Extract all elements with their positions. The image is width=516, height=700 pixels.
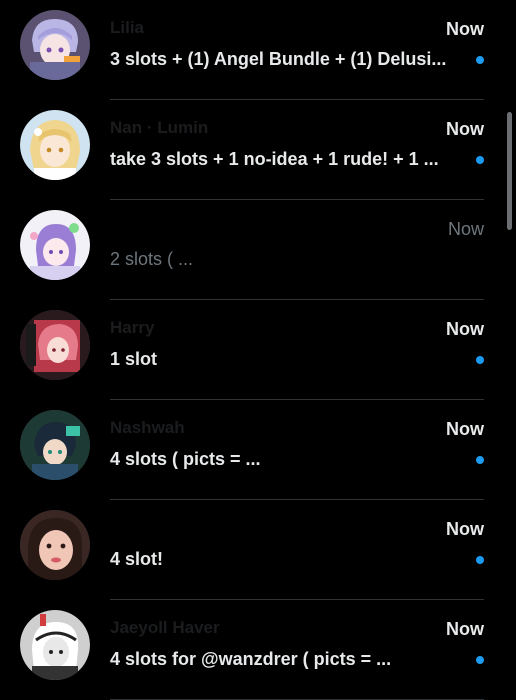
conversation-list: Lilia Now 3 slots + (1) Angel Bundle + (… [0, 0, 500, 700]
conversation-name: Harry [110, 318, 155, 337]
conversation-time: Now [446, 19, 484, 39]
unread-dot-icon [476, 56, 484, 64]
message-preview: 2 slots ( ... [110, 249, 194, 269]
avatar[interactable] [20, 210, 90, 280]
unread-dot-icon [476, 556, 484, 564]
scrollbar-thumb[interactable] [507, 112, 512, 230]
conversation-time: Now [446, 319, 484, 339]
avatar[interactable] [20, 510, 90, 580]
conversation-row[interactable]: Lilia Now 3 slots + (1) Angel Bundle + (… [0, 0, 500, 100]
conversation-row[interactable]: Now 2 slots ( ... [0, 200, 500, 300]
conversation-row[interactable]: Now 4 slot! [0, 500, 500, 600]
conversation-time: Now [446, 419, 484, 439]
conversation-row[interactable]: Nan · Lumin Now take 3 slots + 1 no-idea… [0, 100, 500, 200]
unread-dot-icon [476, 456, 484, 464]
message-preview: 4 slots ( picts = ... [110, 449, 261, 469]
conversation-row[interactable]: Harry Now 1 slot [0, 300, 500, 400]
message-preview: 4 slots for @wanzdrer ( picts = ... [110, 649, 392, 669]
conversation-row[interactable]: Jaeyoll Haver Now 4 slots for @wanzdrer … [0, 600, 500, 700]
conversation-name: Jaeyoll Haver [110, 618, 220, 637]
unread-dot-icon [476, 156, 484, 164]
message-preview: 3 slots + (1) Angel Bundle + (1) Delusi.… [110, 49, 447, 69]
conversation-name: Nan · Lumin [110, 118, 209, 137]
conversation-time: Now [447, 219, 484, 239]
unread-dot-icon [476, 356, 484, 364]
avatar[interactable] [20, 610, 90, 680]
conversation-time: Now [446, 119, 484, 139]
avatar[interactable] [20, 10, 90, 80]
conversation-time: Now [446, 519, 484, 539]
conversation-row[interactable]: Nashwah Now 4 slots ( picts = ... [0, 400, 500, 500]
unread-dot-icon [476, 656, 484, 664]
conversation-name: Lilia [110, 18, 145, 37]
avatar[interactable] [20, 410, 90, 480]
message-preview: 4 slot! [110, 549, 164, 569]
conversation-time: Now [446, 619, 484, 639]
message-preview: 1 slot [110, 349, 158, 369]
avatar[interactable] [20, 110, 90, 180]
message-preview: take 3 slots + 1 no-idea + 1 rude! + 1 .… [110, 149, 439, 169]
conversation-name: Nashwah [110, 418, 185, 437]
avatar[interactable] [20, 310, 90, 380]
